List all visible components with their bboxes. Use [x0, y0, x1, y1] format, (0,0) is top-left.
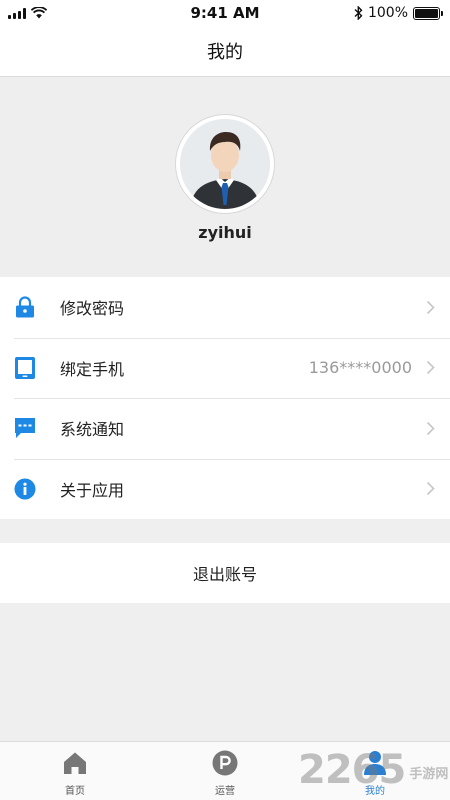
chevron-right-icon [426, 360, 436, 376]
message-icon [14, 416, 36, 440]
menu-label: 绑定手机 [60, 359, 125, 379]
user-avatar-icon [180, 119, 270, 209]
nav-bar: 我的 [0, 26, 450, 77]
watermark-number: 2265 [298, 747, 406, 793]
menu-label: 修改密码 [60, 299, 125, 319]
profile-header: zyihui [0, 78, 450, 276]
tab-label: 运营 [215, 786, 235, 797]
menu-item-about-app[interactable]: 关于应用 [0, 458, 450, 520]
tab-label: 首页 [65, 786, 85, 797]
tab-home[interactable]: 首页 [0, 742, 150, 800]
phone-icon [14, 356, 36, 380]
menu-item-change-password[interactable]: 修改密码 [0, 277, 450, 338]
parking-icon [212, 750, 238, 776]
menu-label: 系统通知 [60, 420, 125, 440]
battery-fill [415, 8, 438, 18]
avatar[interactable] [176, 115, 274, 213]
status-bar: 9:41 AM 100% [0, 0, 450, 26]
logout-label: 退出账号 [192, 565, 257, 584]
info-icon [14, 477, 36, 501]
menu-item-system-notifications[interactable]: 系统通知 [0, 398, 450, 459]
menu-item-bind-phone[interactable]: 绑定手机 136****0000 [0, 337, 450, 399]
watermark-text: 手游网 [409, 766, 449, 782]
phone-number: 136****0000 [308, 358, 412, 378]
chevron-right-icon [426, 420, 436, 436]
lock-icon [14, 295, 36, 319]
tab-operations[interactable]: 运营 [150, 742, 300, 800]
menu-label: 关于应用 [60, 480, 125, 500]
username: zyihui [198, 223, 252, 242]
battery-icon [413, 6, 443, 20]
chevron-right-icon [426, 299, 436, 315]
status-time: 9:41 AM [190, 4, 260, 22]
chevron-right-icon [426, 481, 436, 497]
home-icon [62, 750, 88, 776]
watermark: 2265 手游网 [298, 745, 450, 795]
page-title: 我的 [207, 42, 243, 63]
logout-button[interactable]: 退出账号 [0, 543, 450, 603]
settings-menu: 修改密码 绑定手机 136****0000 系统通知 关于应用 [0, 277, 450, 519]
